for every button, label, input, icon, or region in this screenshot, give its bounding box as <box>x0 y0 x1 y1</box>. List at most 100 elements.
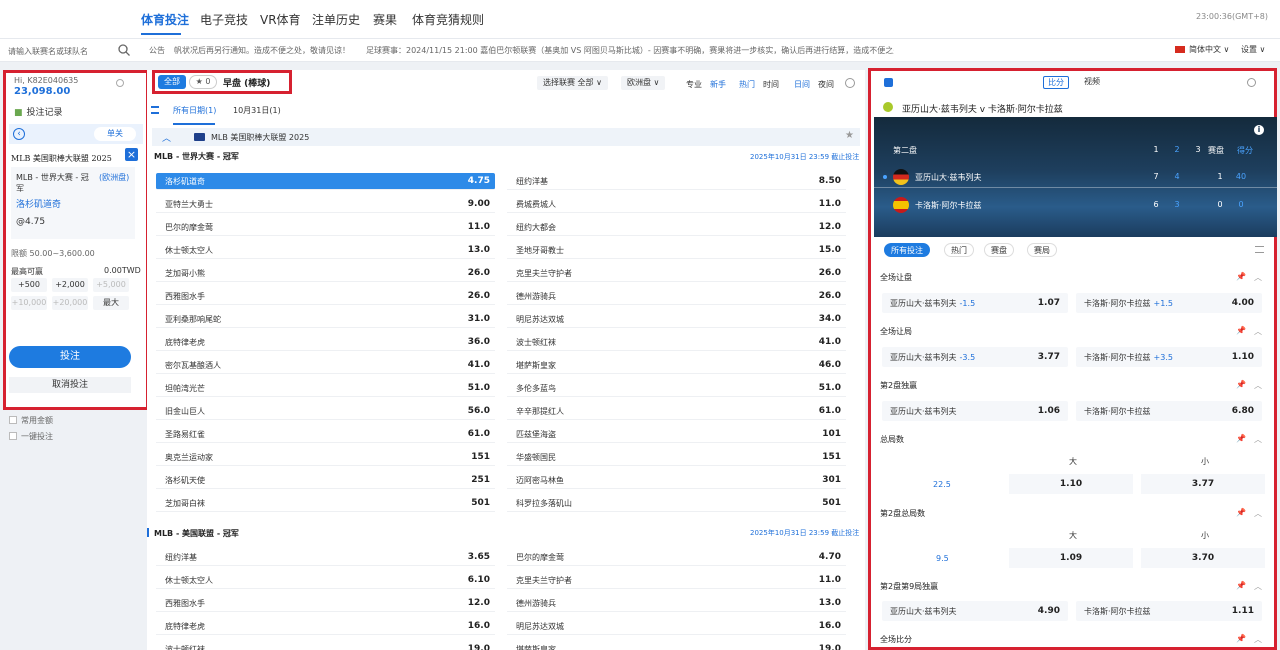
chevron-up-icon[interactable]: ︿ <box>1254 272 1262 283</box>
odds-row[interactable]: 奥克兰运动家 151 <box>156 449 495 466</box>
option-common-amount[interactable]: 常用金额 <box>9 415 53 426</box>
odds-cell[interactable]: 亚历山大·兹韦列夫 1.06 <box>882 401 1068 421</box>
pin-icon[interactable]: 📌 <box>1236 634 1246 643</box>
odds-row[interactable]: 纽约洋基 8.50 <box>507 173 846 190</box>
odds-row[interactable]: 巴尔的摩金莺 4.70 <box>507 549 846 566</box>
odds-row[interactable]: 西雅图水手 12.0 <box>156 595 495 612</box>
odds-row[interactable]: 克里夫兰守护者 26.0 <box>507 265 846 282</box>
league-select[interactable]: 选择联赛 全部 ∨ <box>537 76 608 90</box>
pin-icon[interactable]: 📌 <box>1236 581 1246 590</box>
refresh-icon[interactable] <box>845 78 855 88</box>
odds-row[interactable]: 迈阿密马林鱼 301 <box>507 472 846 489</box>
nav-sports-betting[interactable]: 体育投注 <box>141 11 189 28</box>
odds-row[interactable]: 科罗拉多落矶山 501 <box>507 495 846 512</box>
under-odds[interactable]: 3.77 <box>1141 474 1265 494</box>
odds-row[interactable]: 波士顿红袜 19.0 <box>156 641 495 650</box>
chevron-up-icon[interactable]: ︿ <box>1254 634 1262 645</box>
odds-row[interactable]: 圣地牙哥教士 15.0 <box>507 242 846 259</box>
date-tab-oct31[interactable]: 10月31日(1) <box>233 105 281 116</box>
odds-cell[interactable]: 卡洛斯·阿尔卡拉兹 1.11 <box>1076 601 1262 621</box>
tab-hot[interactable]: 热门 <box>944 243 974 257</box>
odds-cell[interactable]: 亚历山大·兹韦列夫 -3.5 3.77 <box>882 347 1068 367</box>
star-icon[interactable]: ★ <box>845 130 854 141</box>
odds-row[interactable]: 波士顿红袜 41.0 <box>507 334 846 351</box>
favorites-filter[interactable]: ★ 0 <box>189 75 217 89</box>
pin-icon[interactable]: 📌 <box>1236 326 1246 335</box>
refresh-icon[interactable] <box>1247 78 1256 87</box>
odds-row[interactable]: 纽约大都会 12.0 <box>507 219 846 236</box>
odds-row[interactable]: 辛辛那提红人 61.0 <box>507 403 846 420</box>
odds-row[interactable]: 洛杉矶道奇 4.75 <box>156 173 495 190</box>
tab-games[interactable]: 赛局 <box>1027 243 1057 257</box>
odds-row[interactable]: 旧金山巨人 56.0 <box>156 403 495 420</box>
chevron-up-icon[interactable]: ︿ <box>162 131 171 144</box>
collapse-all-icon[interactable] <box>1255 246 1264 253</box>
odds-cell[interactable]: 亚历山大·兹韦列夫 -1.5 1.07 <box>882 293 1068 313</box>
odds-row[interactable]: 芝加哥小熊 26.0 <box>156 265 495 282</box>
odds-row[interactable]: 德州游骑兵 26.0 <box>507 288 846 305</box>
odds-row[interactable]: 洛杉矶天使 251 <box>156 472 495 489</box>
chevron-up-icon[interactable]: ︿ <box>1254 581 1262 592</box>
chevron-up-icon[interactable]: ︿ <box>1254 326 1262 337</box>
odds-row[interactable]: 密尔瓦基酿酒人 41.0 <box>156 357 495 374</box>
checkbox[interactable] <box>9 432 17 440</box>
odds-row[interactable]: 底特律老虎 16.0 <box>156 618 495 635</box>
odds-row[interactable]: 华盛顿国民 151 <box>507 449 846 466</box>
odds-row[interactable]: 匹兹堡海盗 101 <box>507 426 846 443</box>
mode-novice[interactable]: 新手 <box>710 79 726 90</box>
odds-cell[interactable]: 亚历山大·兹韦列夫 4.90 <box>882 601 1068 621</box>
odds-row[interactable]: 多伦多蓝鸟 51.0 <box>507 380 846 397</box>
search-input[interactable] <box>8 43 128 59</box>
over-odds[interactable]: 1.10 <box>1009 474 1133 494</box>
notice-marquee[interactable]: 帆状况后再另行通知。造成不便之处，敬请见谅！ 足球赛事：2024/11/15 2… <box>174 45 894 56</box>
odds-cell[interactable]: 卡洛斯·阿尔卡拉兹 +3.5 1.10 <box>1076 347 1262 367</box>
odds-row[interactable]: 堪萨斯皇家 46.0 <box>507 357 846 374</box>
settings-menu[interactable]: 设置 ∨ <box>1241 44 1265 55</box>
odds-format-select[interactable]: 欧洲盘 ∨ <box>621 76 666 90</box>
chip-2000[interactable]: +2,000 <box>52 278 88 292</box>
checkbox[interactable] <box>9 416 17 424</box>
language-select[interactable]: 简体中文 ∨ <box>1175 44 1229 55</box>
odds-cell[interactable]: 卡洛斯·阿尔卡拉兹 6.80 <box>1076 401 1262 421</box>
chip-10000[interactable]: +10,000 <box>11 296 47 310</box>
nav-bet-history[interactable]: 注单历史 <box>312 11 360 28</box>
odds-row[interactable]: 底特律老虎 36.0 <box>156 334 495 351</box>
odds-row[interactable]: 德州游骑兵 13.0 <box>507 595 846 612</box>
league-header[interactable]: ︿ MLB 美国职棒大联盟 2025 ★ <box>152 128 860 146</box>
bet-record-link[interactable]: ■ 投注记录 <box>14 105 63 118</box>
nav-esports[interactable]: 电子竞技 <box>200 11 248 28</box>
odds-row[interactable]: 坦帕湾光芒 51.0 <box>156 380 495 397</box>
pin-icon[interactable]: 📌 <box>1236 272 1246 281</box>
odds-row[interactable]: 圣路易红雀 61.0 <box>156 426 495 443</box>
odds-row[interactable]: 休士顿太空人 13.0 <box>156 242 495 259</box>
odds-row[interactable]: 巴尔的摩金莺 11.0 <box>156 219 495 236</box>
remove-selection-icon[interactable]: × <box>125 148 138 161</box>
pin-icon[interactable]: 📌 <box>1236 380 1246 389</box>
info-icon[interactable]: i <box>1254 125 1264 135</box>
chip-5000[interactable]: +5,000 <box>93 278 129 292</box>
odds-row[interactable]: 费城费城人 11.0 <box>507 196 846 213</box>
chip-500[interactable]: +500 <box>11 278 47 292</box>
over-odds[interactable]: 1.09 <box>1009 548 1133 568</box>
cancel-bet-button[interactable]: 取消投注 <box>9 377 131 393</box>
nav-vr-sports[interactable]: VR体育 <box>260 11 301 28</box>
pin-icon[interactable]: 📌 <box>1236 508 1246 517</box>
filter-all[interactable]: 全部 <box>158 75 186 89</box>
nav-rules[interactable]: 体育竞猜规则 <box>412 11 484 28</box>
nav-results[interactable]: 赛果 <box>373 11 397 28</box>
odds-row[interactable]: 休士顿太空人 6.10 <box>156 572 495 589</box>
refresh-balance-icon[interactable] <box>116 79 124 87</box>
tab-score[interactable]: 比分 <box>1043 76 1069 89</box>
odds-row[interactable]: 芝加哥白袜 501 <box>156 495 495 512</box>
date-tab-all[interactable]: 所有日期(1) <box>173 105 216 116</box>
under-odds[interactable]: 3.70 <box>1141 548 1265 568</box>
odds-row[interactable]: 明尼苏达双城 16.0 <box>507 618 846 635</box>
single-bet-toggle[interactable]: 单关 <box>94 127 136 141</box>
odds-row[interactable]: 亚利桑那响尾蛇 31.0 <box>156 311 495 328</box>
theme-night[interactable]: 夜间 <box>818 79 834 90</box>
place-bet-button[interactable]: 投注 <box>9 346 131 368</box>
odds-row[interactable]: 亚特兰大勇士 9.00 <box>156 196 495 213</box>
odds-row[interactable]: 西雅图水手 26.0 <box>156 288 495 305</box>
chip-max[interactable]: 最大 <box>93 296 129 310</box>
chevron-up-icon[interactable]: ︿ <box>1254 380 1262 391</box>
